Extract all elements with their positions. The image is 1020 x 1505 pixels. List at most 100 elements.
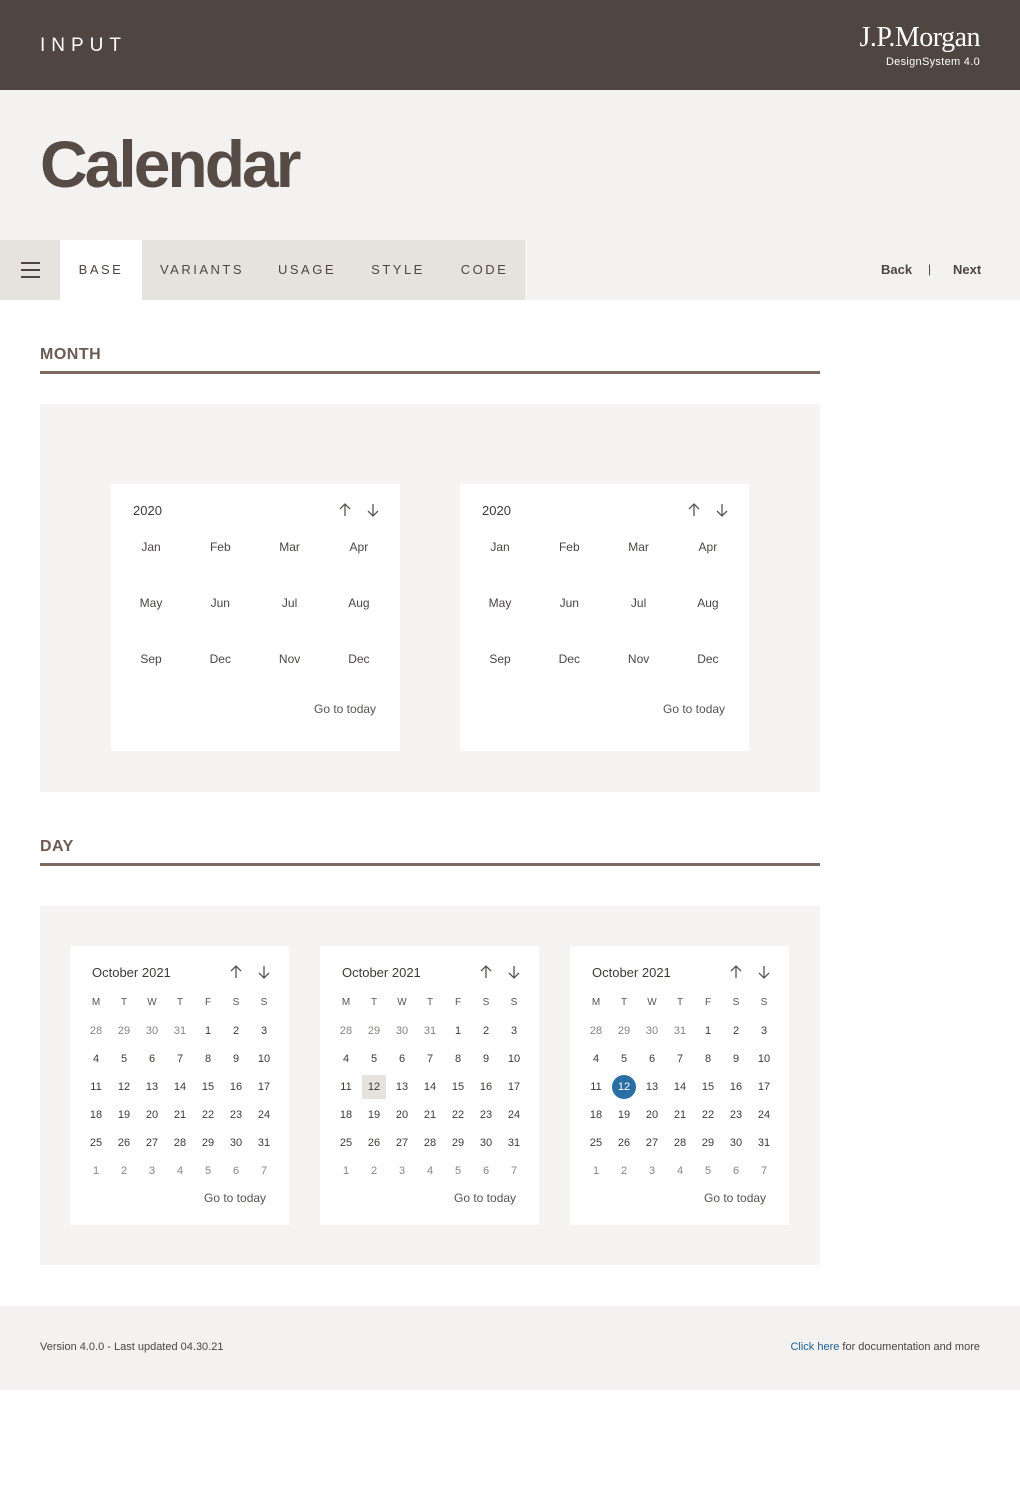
month-cell[interactable]: Dec bbox=[329, 652, 389, 666]
day-cell[interactable]: 28 bbox=[418, 1131, 442, 1155]
month-cell[interactable]: Feb bbox=[539, 540, 599, 554]
month-cell[interactable]: Nov bbox=[260, 652, 320, 666]
day-cell[interactable]: 14 bbox=[168, 1075, 192, 1099]
day-cell[interactable]: 30 bbox=[390, 1019, 414, 1043]
day-cell[interactable]: 27 bbox=[640, 1131, 664, 1155]
day-cell[interactable]: 5 bbox=[112, 1047, 136, 1071]
month-cell[interactable]: Sep bbox=[121, 652, 181, 666]
day-cell[interactable]: 1 bbox=[696, 1019, 720, 1043]
day-cell[interactable]: 26 bbox=[362, 1131, 386, 1155]
day-cell[interactable]: 30 bbox=[474, 1131, 498, 1155]
day-cell[interactable]: 7 bbox=[252, 1159, 276, 1183]
day-cell[interactable]: 21 bbox=[668, 1103, 692, 1127]
day-cell[interactable]: 24 bbox=[502, 1103, 526, 1127]
day-cell[interactable]: 10 bbox=[252, 1047, 276, 1071]
day-cell[interactable]: 4 bbox=[668, 1159, 692, 1183]
month-cell[interactable]: Jul bbox=[609, 596, 669, 610]
day-cell[interactable]: 23 bbox=[224, 1103, 248, 1127]
day-cell[interactable]: 1 bbox=[334, 1159, 358, 1183]
day-cell[interactable]: 29 bbox=[196, 1131, 220, 1155]
tab-usage[interactable]: USAGE bbox=[262, 240, 352, 300]
tab-base[interactable]: BASE bbox=[60, 240, 142, 300]
day-cell[interactable]: 30 bbox=[224, 1131, 248, 1155]
day-cell[interactable]: 18 bbox=[84, 1103, 108, 1127]
day-cell[interactable]: 6 bbox=[224, 1159, 248, 1183]
arrow-up-icon[interactable] bbox=[337, 502, 353, 518]
day-cell[interactable]: 25 bbox=[84, 1131, 108, 1155]
day-cell[interactable]: 31 bbox=[668, 1019, 692, 1043]
arrow-down-icon[interactable] bbox=[256, 964, 272, 980]
day-cell[interactable]: 1 bbox=[196, 1019, 220, 1043]
day-cell[interactable]: 10 bbox=[502, 1047, 526, 1071]
day-cell[interactable]: 31 bbox=[252, 1131, 276, 1155]
docs-link[interactable]: Click here bbox=[790, 1341, 839, 1353]
day-cell[interactable]: 15 bbox=[696, 1075, 720, 1099]
day-cell[interactable]: 11 bbox=[584, 1075, 608, 1099]
day-cell[interactable]: 30 bbox=[640, 1019, 664, 1043]
day-cell[interactable]: 4 bbox=[168, 1159, 192, 1183]
day-cell[interactable]: 16 bbox=[724, 1075, 748, 1099]
go-to-today-link[interactable]: Go to today bbox=[454, 1191, 516, 1205]
arrow-down-icon[interactable] bbox=[365, 502, 381, 518]
day-cell[interactable]: 3 bbox=[502, 1019, 526, 1043]
day-cell[interactable]: 11 bbox=[334, 1075, 358, 1099]
day-cell[interactable]: 9 bbox=[224, 1047, 248, 1071]
day-cell[interactable]: 28 bbox=[584, 1019, 608, 1043]
go-to-today-link[interactable]: Go to today bbox=[204, 1191, 266, 1205]
day-cell[interactable]: 7 bbox=[668, 1047, 692, 1071]
day-cell[interactable]: 6 bbox=[724, 1159, 748, 1183]
day-cell[interactable]: 30 bbox=[140, 1019, 164, 1043]
day-cell[interactable]: 4 bbox=[84, 1047, 108, 1071]
day-cell[interactable]: 5 bbox=[612, 1047, 636, 1071]
day-cell[interactable]: 26 bbox=[612, 1131, 636, 1155]
day-cell[interactable]: 6 bbox=[140, 1047, 164, 1071]
day-cell[interactable]: 14 bbox=[418, 1075, 442, 1099]
day-cell[interactable]: 10 bbox=[752, 1047, 776, 1071]
day-cell-highlighted[interactable]: 12 bbox=[612, 1075, 636, 1099]
day-cell[interactable]: 13 bbox=[390, 1075, 414, 1099]
day-cell[interactable]: 13 bbox=[640, 1075, 664, 1099]
day-cell[interactable]: 4 bbox=[418, 1159, 442, 1183]
day-cell[interactable]: 8 bbox=[696, 1047, 720, 1071]
day-cell[interactable]: 27 bbox=[390, 1131, 414, 1155]
day-cell[interactable]: 27 bbox=[140, 1131, 164, 1155]
go-to-today-link[interactable]: Go to today bbox=[704, 1191, 766, 1205]
day-cell[interactable]: 9 bbox=[474, 1047, 498, 1071]
day-cell[interactable]: 7 bbox=[168, 1047, 192, 1071]
month-cell[interactable]: Mar bbox=[609, 540, 669, 554]
day-cell[interactable]: 2 bbox=[474, 1019, 498, 1043]
month-cell[interactable]: Dec bbox=[678, 652, 738, 666]
day-cell[interactable]: 4 bbox=[584, 1047, 608, 1071]
day-cell[interactable]: 2 bbox=[724, 1019, 748, 1043]
day-cell[interactable]: 15 bbox=[196, 1075, 220, 1099]
month-cell[interactable]: Apr bbox=[678, 540, 738, 554]
day-cell[interactable]: 30 bbox=[724, 1131, 748, 1155]
go-to-today-link[interactable]: Go to today bbox=[663, 702, 725, 716]
day-cell[interactable]: 5 bbox=[696, 1159, 720, 1183]
tab-style[interactable]: STYLE bbox=[352, 240, 444, 300]
day-cell[interactable]: 23 bbox=[474, 1103, 498, 1127]
day-cell[interactable]: 3 bbox=[252, 1019, 276, 1043]
day-cell[interactable]: 2 bbox=[612, 1159, 636, 1183]
month-cell[interactable]: May bbox=[121, 596, 181, 610]
day-cell[interactable]: 21 bbox=[168, 1103, 192, 1127]
day-cell[interactable]: 16 bbox=[474, 1075, 498, 1099]
day-cell[interactable]: 6 bbox=[390, 1047, 414, 1071]
day-cell-highlighted[interactable]: 12 bbox=[112, 1075, 136, 1099]
month-cell[interactable]: Aug bbox=[678, 596, 738, 610]
day-cell[interactable]: 15 bbox=[446, 1075, 470, 1099]
month-cell[interactable]: Jun bbox=[190, 596, 250, 610]
day-cell[interactable]: 21 bbox=[418, 1103, 442, 1127]
arrow-down-icon[interactable] bbox=[506, 964, 522, 980]
day-cell[interactable]: 4 bbox=[334, 1047, 358, 1071]
day-cell[interactable]: 24 bbox=[752, 1103, 776, 1127]
day-cell[interactable]: 26 bbox=[112, 1131, 136, 1155]
day-cell[interactable]: 14 bbox=[668, 1075, 692, 1099]
day-cell[interactable]: 1 bbox=[446, 1019, 470, 1043]
day-cell[interactable]: 19 bbox=[612, 1103, 636, 1127]
day-cell[interactable]: 31 bbox=[502, 1131, 526, 1155]
day-cell[interactable]: 17 bbox=[502, 1075, 526, 1099]
day-cell[interactable]: 22 bbox=[446, 1103, 470, 1127]
day-cell[interactable]: 25 bbox=[334, 1131, 358, 1155]
month-cell[interactable]: Feb bbox=[190, 540, 250, 554]
